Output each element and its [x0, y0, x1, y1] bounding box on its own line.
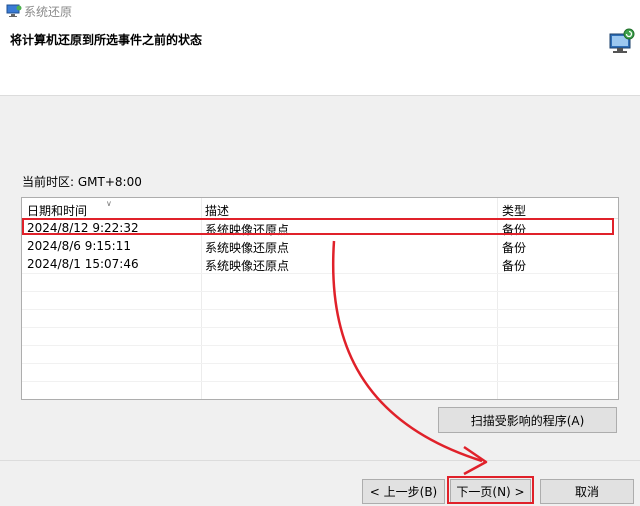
- system-restore-icon: [6, 4, 22, 17]
- row-type: 备份: [502, 223, 527, 237]
- table-row[interactable]: 2024/8/6 9:15:11 系统映像还原点 备份: [22, 237, 618, 255]
- row-type: 备份: [502, 241, 527, 255]
- column-header-description[interactable]: 描述: [205, 202, 229, 219]
- column-header-date[interactable]: 日期和时间: [27, 202, 87, 219]
- row-description: 系统映像还原点: [205, 259, 290, 273]
- row-gridline: [22, 345, 618, 346]
- monitor-restore-icon: [609, 28, 635, 53]
- list-header: 日期和时间 ∨ 描述 类型: [22, 198, 618, 219]
- timezone-label: 当前时区: GMT+8:00: [22, 175, 142, 189]
- row-date: 2024/8/1 15:07:46: [27, 257, 139, 271]
- window-title: 系统还原: [24, 5, 73, 19]
- row-description: 系统映像还原点: [205, 241, 290, 255]
- table-row[interactable]: 2024/8/1 15:07:46 系统映像还原点 备份: [22, 255, 618, 273]
- column-header-type[interactable]: 类型: [502, 202, 526, 219]
- row-date: 2024/8/12 9:22:32: [27, 221, 139, 235]
- row-gridline: [22, 327, 618, 328]
- row-gridline: [22, 273, 618, 274]
- wizard-header: 系统还原 将计算机还原到所选事件之前的状态: [0, 0, 640, 96]
- table-row[interactable]: 2024/8/12 9:22:32 系统映像还原点 备份: [22, 219, 618, 237]
- sort-descending-icon: ∨: [106, 199, 112, 208]
- back-button[interactable]: < 上一步(B): [362, 479, 445, 504]
- scan-affected-programs-button[interactable]: 扫描受影响的程序(A): [438, 407, 617, 433]
- row-gridline: [22, 291, 618, 292]
- restore-point-list[interactable]: 日期和时间 ∨ 描述 类型 2024/8/12 9:22:32 系统映像还原点 …: [21, 197, 619, 400]
- row-gridline: [22, 363, 618, 364]
- cancel-button[interactable]: 取消: [540, 479, 634, 504]
- row-gridline: [22, 309, 618, 310]
- row-gridline: [22, 381, 618, 382]
- row-date: 2024/8/6 9:15:11: [27, 239, 131, 253]
- row-description: 系统映像还原点: [205, 223, 290, 237]
- next-button[interactable]: 下一页(N) >: [450, 479, 531, 503]
- page-heading: 将计算机还原到所选事件之前的状态: [10, 33, 203, 47]
- row-type: 备份: [502, 259, 527, 273]
